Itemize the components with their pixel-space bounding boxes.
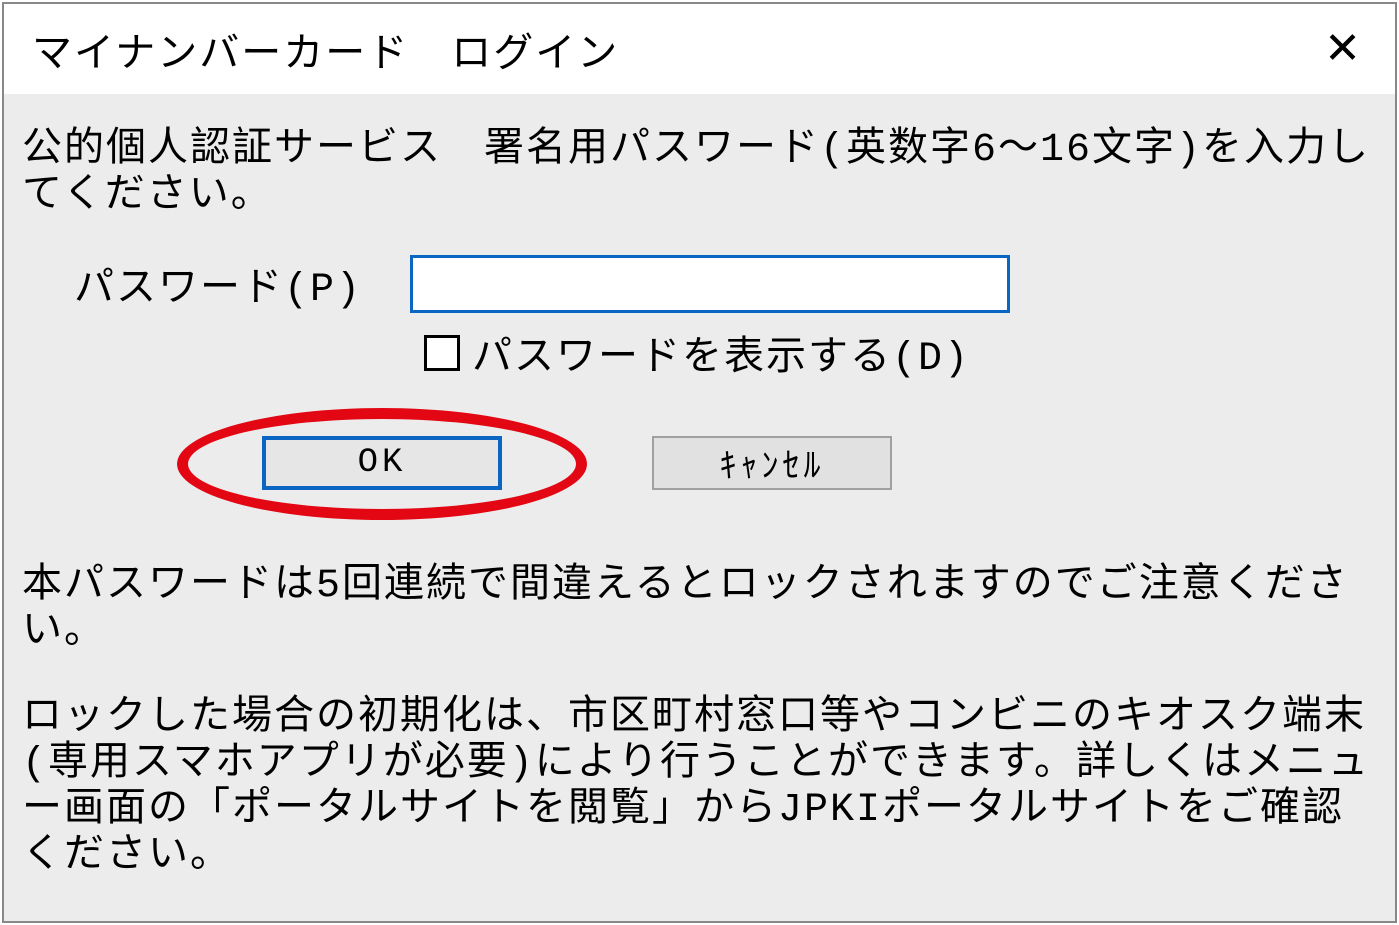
lockout-warning-text: 本パスワードは5回連続で間違えるとロックされますのでご注意ください。	[22, 564, 1377, 656]
button-row: OK ｷｬﾝｾﾙ	[22, 418, 1377, 508]
close-icon[interactable]: ✕	[1310, 21, 1375, 77]
dialog-body: 公的個人認証サービス 署名用パスワード(英数字6～16文字)を入力してください。…	[4, 94, 1395, 921]
show-password-checkbox[interactable]	[424, 335, 460, 371]
ok-button-label: OK	[358, 444, 407, 482]
instruction-text: 公的個人認証サービス 署名用パスワード(英数字6～16文字)を入力してください。	[22, 128, 1377, 220]
ok-button[interactable]: OK	[262, 436, 502, 490]
login-dialog-window: マイナンバーカード ログイン ✕ 公的個人認証サービス 署名用パスワード(英数字…	[2, 2, 1397, 923]
cancel-button[interactable]: ｷｬﾝｾﾙ	[652, 436, 892, 490]
password-row: パスワード(P)	[74, 254, 1377, 313]
cancel-button-label: ｷｬﾝｾﾙ	[720, 438, 825, 488]
window-title: マイナンバーカード ログイン	[32, 20, 619, 79]
titlebar: マイナンバーカード ログイン ✕	[4, 4, 1395, 94]
lock-reset-info-text: ロックした場合の初期化は、市区町村窓口等やコンビニのキオスク端末(専用スマホアプ…	[22, 696, 1377, 880]
password-input[interactable]	[410, 255, 1010, 313]
show-password-row: パスワードを表示する(D)	[424, 323, 1377, 382]
password-label: パスワード(P)	[74, 254, 410, 313]
show-password-label: パスワードを表示する(D)	[472, 323, 970, 382]
